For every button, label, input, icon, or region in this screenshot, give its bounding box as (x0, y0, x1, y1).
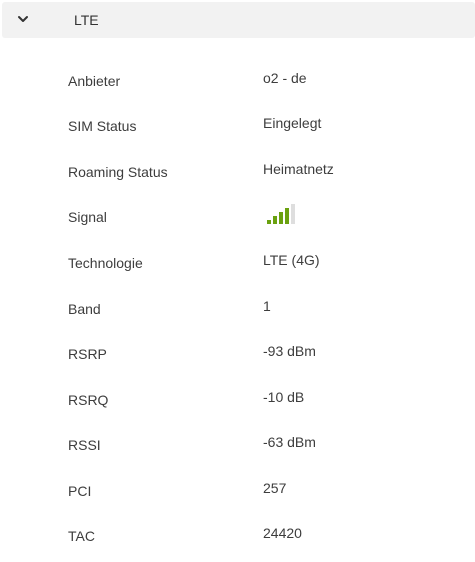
row-roaming-status: Roaming Status Heimatnetz (0, 158, 475, 188)
value-rsrp: -93 dBm (263, 343, 316, 359)
label-rsrq: RSRQ (68, 392, 109, 408)
lte-section-header[interactable]: LTE (2, 2, 475, 38)
row-rsrp: RSRP -93 dBm (0, 340, 475, 370)
row-pci: PCI 257 (0, 477, 475, 507)
value-rsrq: -10 dB (263, 389, 305, 405)
row-rssi: RSSI -63 dBm (0, 431, 475, 461)
label-pci: PCI (68, 483, 92, 499)
signal-bar-3 (279, 212, 283, 224)
label-sim-status: SIM Status (68, 118, 137, 134)
label-rssi: RSSI (68, 437, 101, 453)
label-signal: Signal (68, 209, 107, 225)
chevron-down-icon[interactable] (15, 11, 31, 27)
row-signal: Signal (0, 203, 475, 233)
signal-bar-5 (291, 204, 295, 224)
signal-strength-icon (267, 204, 295, 224)
row-technologie: Technologie LTE (4G) (0, 249, 475, 279)
value-rssi: -63 dBm (263, 434, 316, 450)
value-tac: 24420 (263, 525, 302, 541)
label-rsrp: RSRP (68, 346, 107, 362)
value-roaming-status: Heimatnetz (263, 161, 334, 177)
row-tac: TAC 24420 (0, 522, 475, 552)
label-anbieter: Anbieter (68, 73, 121, 89)
label-roaming-status: Roaming Status (68, 164, 168, 180)
section-title: LTE (74, 12, 99, 28)
label-band: Band (68, 301, 101, 317)
label-tac: TAC (68, 528, 95, 544)
value-technologie: LTE (4G) (263, 252, 320, 268)
row-anbieter: Anbieter o2 - de (0, 67, 475, 97)
label-technologie: Technologie (68, 255, 143, 271)
value-band: 1 (263, 298, 271, 314)
row-sim-status: SIM Status Eingelegt (0, 112, 475, 142)
signal-bar-2 (273, 216, 277, 224)
value-anbieter: o2 - de (263, 70, 307, 86)
row-rsrq: RSRQ -10 dB (0, 386, 475, 416)
signal-bar-4 (285, 208, 289, 224)
row-band: Band 1 (0, 295, 475, 325)
value-sim-status: Eingelegt (263, 115, 322, 131)
signal-bar-1 (267, 220, 271, 224)
value-pci: 257 (263, 480, 287, 496)
